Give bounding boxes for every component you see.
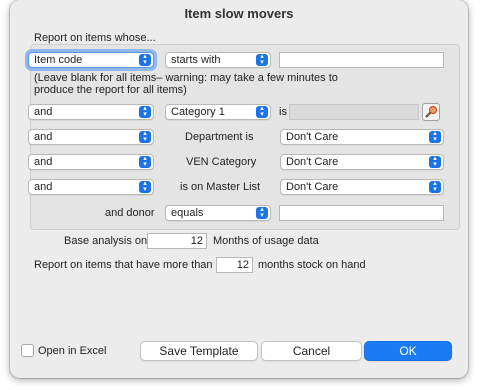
category-conj-select[interactable]: and ▴ ▾: [28, 104, 154, 120]
donor-operator-select[interactable]: equals ▴ ▾: [165, 205, 271, 221]
chevron-updown-icon: ▴ ▾: [429, 130, 441, 143]
magnifier-icon: [425, 105, 438, 118]
open-excel-label: Open in Excel: [38, 345, 107, 357]
donor-value-input[interactable]: [279, 205, 444, 221]
category-value-field: [289, 104, 419, 120]
chevron-updown-icon: ▴ ▾: [139, 155, 151, 168]
chevron-updown-icon: ▴ ▾: [256, 206, 268, 219]
chevron-updown-icon: ▴ ▾: [256, 105, 268, 118]
ven-conj-value: and: [34, 156, 53, 168]
chevron-updown-icon: ▴ ▾: [256, 53, 268, 66]
ven-select-value: Don't Care: [286, 156, 339, 168]
lookup-button[interactable]: [422, 103, 440, 121]
operator-select[interactable]: starts with ▴ ▾: [165, 52, 271, 68]
donor-operator-value: equals: [171, 207, 204, 219]
note-text: (Leave blank for all items– warning: may…: [34, 72, 338, 96]
ven-select[interactable]: Don't Care ▴ ▾: [280, 154, 444, 170]
chevron-updown-icon: ▴ ▾: [139, 130, 151, 143]
field-select[interactable]: Item code ▴ ▾: [28, 52, 154, 68]
master-select-value: Don't Care: [286, 181, 339, 193]
chevron-updown-icon: ▴ ▾: [429, 180, 441, 193]
category-select-value: Category 1: [171, 106, 225, 118]
donor-label: and donor: [105, 207, 155, 219]
base-analysis-label: Base analysis on: [64, 235, 148, 247]
dialog-title: Item slow movers: [184, 6, 294, 21]
category-is-label: is: [279, 106, 287, 118]
open-excel-checkbox[interactable]: [21, 344, 34, 357]
master-label: is on Master List: [180, 181, 261, 193]
master-select[interactable]: Don't Care ▴ ▾: [280, 179, 444, 195]
cancel-button[interactable]: Cancel: [261, 341, 362, 361]
ven-label: VEN Category: [186, 156, 257, 168]
save-template-button[interactable]: Save Template: [140, 341, 258, 361]
section-label: Report on items whose...: [34, 32, 156, 44]
months-suffix: Months of usage data: [213, 235, 319, 247]
department-select-value: Don't Care: [286, 131, 339, 143]
ok-button[interactable]: OK: [364, 341, 452, 361]
operator-select-value: starts with: [171, 54, 221, 66]
stock-suffix: months stock on hand: [258, 259, 366, 271]
stock-months-input[interactable]: 12: [216, 257, 253, 273]
department-select[interactable]: Don't Care ▴ ▾: [280, 129, 444, 145]
department-conj-value: and: [34, 131, 53, 143]
stock-label: Report on items that have more than: [34, 259, 213, 271]
master-conj-value: and: [34, 181, 53, 193]
department-conj-select[interactable]: and ▴ ▾: [28, 129, 154, 145]
department-label: Department is: [185, 131, 254, 143]
chevron-updown-icon: ▴ ▾: [429, 155, 441, 168]
category-select[interactable]: Category 1 ▴ ▾: [165, 104, 271, 120]
dialog-window: Item slow movers Report on items whose..…: [10, 0, 468, 378]
chevron-updown-icon: ▴ ▾: [139, 53, 151, 66]
chevron-updown-icon: ▴ ▾: [139, 180, 151, 193]
category-conj-value: and: [34, 106, 53, 118]
item-value-input[interactable]: [279, 52, 444, 68]
chevron-updown-icon: ▴ ▾: [139, 105, 151, 118]
ven-conj-select[interactable]: and ▴ ▾: [28, 154, 154, 170]
master-conj-select[interactable]: and ▴ ▾: [28, 179, 154, 195]
field-select-value: Item code: [34, 54, 83, 66]
months-input[interactable]: 12: [147, 233, 207, 249]
